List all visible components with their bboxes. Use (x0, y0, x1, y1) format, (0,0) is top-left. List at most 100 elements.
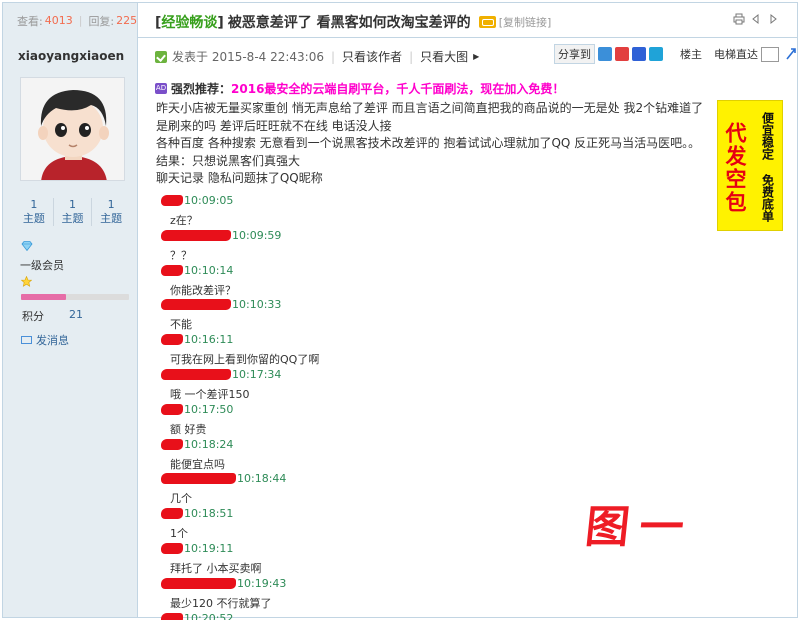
level-progress-bar (21, 294, 129, 300)
thread-tools (733, 13, 779, 25)
ad-banner[interactable]: 代发空包 便宜稳定 免费底单 (717, 100, 783, 231)
redacted-nickname (161, 612, 183, 620)
redacted-nickname (161, 369, 231, 380)
floor-label: 楼主 (680, 48, 702, 61)
views-label: 查看: (17, 14, 43, 28)
chat-timestamp: 10:18:51 (184, 507, 234, 521)
chat-message: 可我在网上看到你留的QQ了啊 (170, 353, 320, 367)
copy-link-button[interactable]: [复制链接] (499, 14, 552, 30)
chat-message: 几个 (170, 492, 192, 506)
chat-message: 最少120 不行就算了 (170, 596, 272, 610)
author-only-link[interactable]: 只看该作者 (342, 48, 402, 65)
chat-timestamp: 10:17:34 (232, 368, 282, 381)
author-stat[interactable]: 1 主题 (92, 198, 130, 226)
redacted-nickname (161, 229, 231, 241)
redacted-nickname (161, 403, 183, 415)
redacted-nickname (161, 195, 183, 206)
thread-category[interactable]: [经验畅谈] (155, 12, 224, 32)
chat-timestamp: 10:18:44 (237, 472, 287, 486)
stat-label: 主题 (100, 212, 123, 225)
category-name[interactable]: 经验畅谈 (161, 15, 217, 31)
prev-thread-icon[interactable] (750, 13, 762, 25)
avatar[interactable] (20, 77, 125, 181)
redacted-nickname (161, 543, 183, 554)
ad-sub-text: 便宜稳定 免费底单 (760, 111, 775, 222)
thread-title-area: [经验畅谈] 被恶意差评了 看黑客如何改淘宝差评的 [复制链接] (155, 12, 551, 32)
chat-message: 你能改差评？ (170, 283, 236, 297)
print-icon[interactable] (733, 13, 745, 25)
chat-timestamp: 10:09:05 (184, 194, 234, 207)
chat-timestamp: 10:10:33 (232, 298, 282, 312)
figure-label: 图一 (582, 502, 697, 553)
chat-timestamp: 10:17:50 (184, 402, 234, 416)
tencent-weibo-icon[interactable] (649, 47, 663, 61)
chat-message: ？？ (170, 248, 192, 262)
stat-label: 主题 (61, 212, 84, 225)
chat-message: 1个 (170, 527, 188, 541)
ad-main-text: 代发空包 (723, 121, 747, 214)
score-value[interactable]: 21 (69, 308, 83, 321)
redacted-nickname (161, 264, 183, 276)
category-close: ] (217, 15, 224, 31)
stats-divider: | (78, 14, 83, 27)
large-image-link[interactable]: 只看大图 (420, 48, 468, 65)
thread-stats: 查看: 4013 | 回复: 225 (3, 3, 138, 38)
special-thread-icon (478, 16, 496, 28)
chat-message: 拜托了 小本买卖啊 (170, 562, 262, 575)
chat-message: z在？ (170, 214, 198, 227)
weibo-icon[interactable] (615, 47, 629, 61)
redacted-nickname (161, 299, 231, 311)
author-name[interactable]: xiaoyangxiaoen (18, 49, 124, 63)
redacted-nickname (161, 473, 236, 485)
recommend-link[interactable]: 2016最安全的云端自刷平台，千人千面刷法，现在加入免费！ (231, 80, 564, 97)
online-status-icon (155, 50, 167, 63)
stat-value: 1 (107, 198, 115, 211)
chat-timestamp: 10:19:11 (184, 542, 234, 555)
chat-timestamp: 10:16:11 (184, 333, 234, 347)
share-bar: 分享到 楼主 电梯直达 (554, 44, 797, 64)
chat-message: 额 好贵 (170, 422, 207, 436)
post-body: 昨天小店被无量买家重创 悄无声息给了差评 而且言语之间简直把我的商品说的一无是处… (156, 100, 712, 188)
star-icon (20, 275, 33, 290)
stat-value: 1 (69, 198, 76, 211)
qzone-icon[interactable] (598, 47, 612, 61)
redacted-nickname (161, 438, 183, 450)
chat-timestamp: 10:18:24 (184, 437, 234, 451)
member-level[interactable]: 一级会员 (20, 257, 64, 273)
triangle-right-icon[interactable]: ▶ (473, 52, 479, 61)
meta-divider: | (331, 49, 336, 64)
post-frame: 查看: 4013 | 回复: 225 [经验畅谈] 被恶意差评了 看黑客如何改淘… (2, 2, 798, 620)
post-meta: 发表于 2015-8-4 22:43:06 | 只看该作者 | 只看大图 ▶ (155, 48, 479, 65)
thread-title: 被恶意差评了 看黑客如何改淘宝差评的 (227, 15, 471, 31)
chat-timestamp: 10:09:59 (232, 228, 282, 242)
diamond-icon (21, 240, 33, 254)
floor-jump-input[interactable] (761, 46, 779, 62)
jump-label: 电梯直达 (714, 48, 758, 61)
go-arrow-icon[interactable] (785, 48, 797, 60)
chat-message: 能便宜点吗 (170, 457, 225, 471)
send-message-button[interactable]: 发消息 (21, 332, 69, 348)
recommend-label: 强烈推荐： (171, 82, 232, 96)
post-paragraph: 聊天记录 隐私问题抹了QQ昵称 (156, 171, 323, 185)
author-stat[interactable]: 1 主题 (54, 198, 93, 226)
post-date: 发表于 2015-8-4 22:43:06 (172, 50, 324, 64)
baidu-icon[interactable] (632, 47, 646, 61)
share-button[interactable]: 分享到 (554, 44, 595, 64)
replies-count: 225 (116, 14, 138, 27)
chat-timestamp: 10:10:14 (184, 263, 234, 277)
author-stat[interactable]: 1 主题 (15, 198, 54, 226)
post-paragraph: 各种百度 各种搜索 无意看到一个说黑客技术改差评的 抱着试试心理就加了QQ 反正… (156, 136, 701, 168)
meta-divider: | (409, 49, 414, 64)
stat-label: 主题 (22, 212, 45, 225)
recommendation: AD 强烈推荐： 2016最安全的云端自刷平台，千人千面刷法，现在加入免费！ (155, 80, 564, 97)
views-count: 4013 (44, 14, 73, 27)
author-stats: 1 主题 1 主题 1 主题 (15, 198, 130, 226)
envelope-icon (21, 336, 32, 344)
author-sidebar: xiaoyangxiaoen 1 主题 1 主题 1 主题 一级会员 积分 21… (3, 38, 138, 617)
stat-value: 1 (30, 198, 38, 211)
score-label: 积分 (22, 310, 44, 323)
thread-header: 查看: 4013 | 回复: 225 [经验畅谈] 被恶意差评了 看黑客如何改淘… (3, 3, 797, 38)
level-progress-fill (21, 294, 67, 300)
next-thread-icon[interactable] (767, 13, 779, 25)
post-paragraph: 昨天小店被无量买家重创 悄无声息给了差评 而且言语之间简直把我的商品说的一无是处… (156, 101, 704, 133)
